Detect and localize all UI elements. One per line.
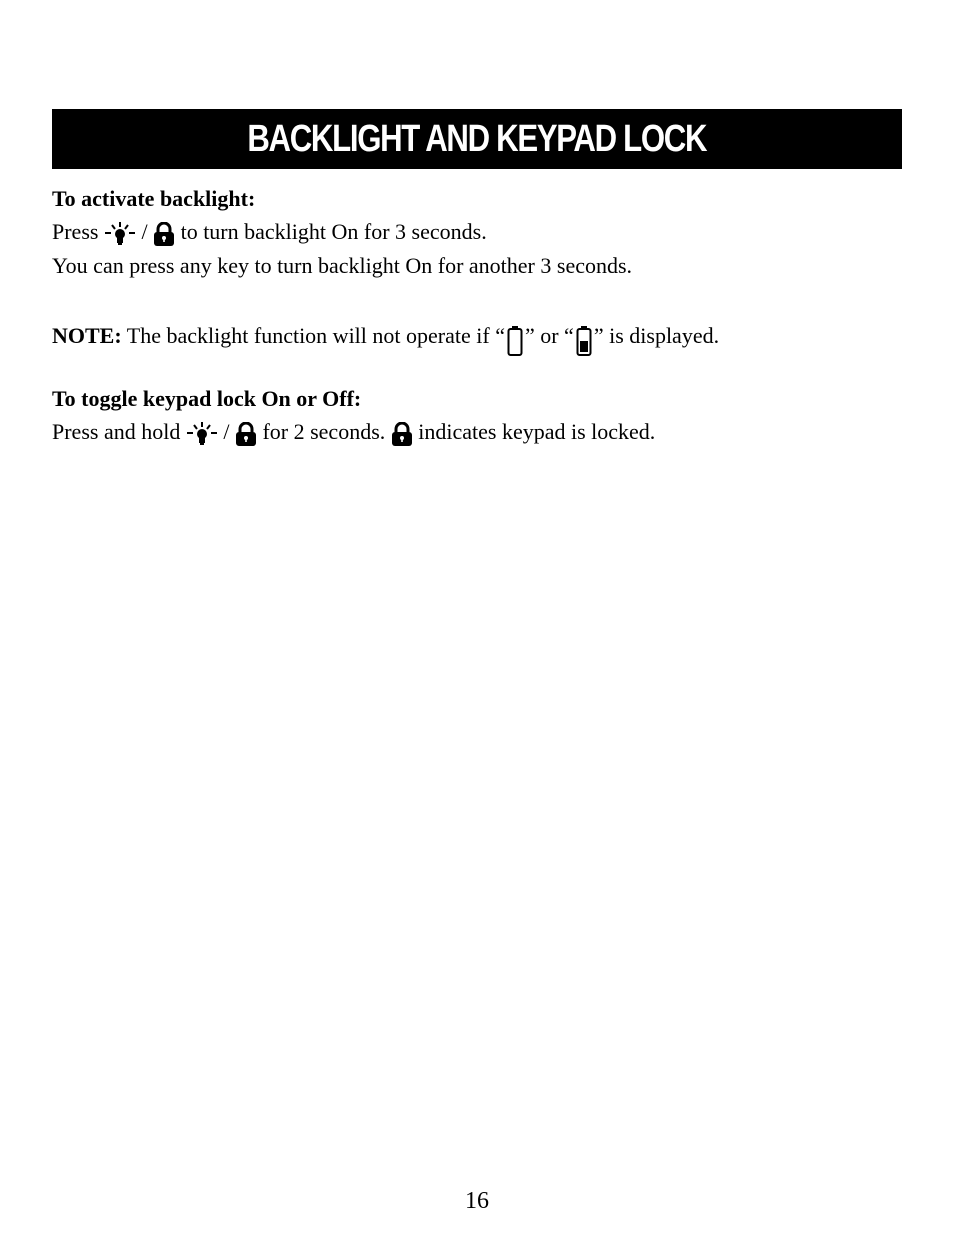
note-label: NOTE: xyxy=(52,323,122,349)
lock-icon xyxy=(153,221,175,246)
page-number: 16 xyxy=(465,1188,489,1214)
keypad-heading: To toggle keypad lock On or Off: xyxy=(52,386,362,411)
battery-low-icon xyxy=(576,319,592,357)
note-text-middle: ” or “ xyxy=(524,323,574,349)
press-hold-text: Press and hold xyxy=(52,419,181,444)
backlight-instruction-line1: Press / to turn backlight On for 3 secon… xyxy=(52,219,487,246)
backlight-instruction-suffix: to turn backlight On for 3 seconds. xyxy=(180,219,487,244)
note-text-before: The backlight function will not operate … xyxy=(126,323,505,349)
keypad-instruction-suffix: indicates keypad is locked. xyxy=(418,419,656,444)
page-title: BACKLIGHT AND KEYPAD LOCK xyxy=(247,117,708,160)
keypad-instruction: Press and hold / for 2 seconds. indicate… xyxy=(52,419,655,446)
backlight-heading: To activate backlight: xyxy=(52,186,256,211)
section-title-banner: BACKLIGHT AND KEYPAD LOCK xyxy=(52,109,902,169)
separator: / xyxy=(141,219,148,244)
backlight-bulb-icon xyxy=(104,221,136,246)
press-text: Press xyxy=(52,219,99,244)
separator: / xyxy=(223,419,230,444)
note-paragraph: NOTE: The backlight function will not op… xyxy=(52,319,719,357)
note-text-after: ” is displayed. xyxy=(593,323,720,349)
backlight-instruction-line2: You can press any key to turn backlight … xyxy=(52,253,633,278)
backlight-bulb-icon xyxy=(186,421,218,446)
lock-icon xyxy=(235,421,257,446)
keypad-instruction-middle: for 2 seconds. xyxy=(262,419,386,444)
battery-empty-icon xyxy=(507,319,523,357)
lock-icon xyxy=(391,421,413,446)
